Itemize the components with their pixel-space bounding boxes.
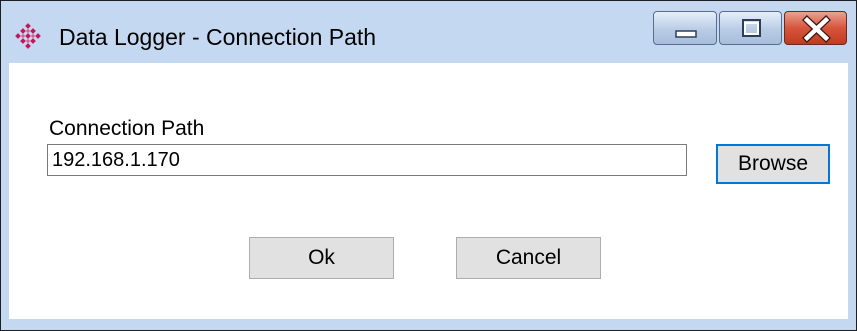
diamond-grid-icon [15, 23, 41, 49]
connection-path-input[interactable] [47, 144, 687, 176]
ok-button[interactable]: Ok [249, 237, 394, 279]
close-icon [802, 15, 831, 43]
close-button[interactable] [784, 11, 847, 45]
cancel-button[interactable]: Cancel [456, 237, 601, 279]
maximize-icon [742, 19, 761, 37]
maximize-button[interactable] [719, 11, 782, 45]
dialog-window: Data Logger - Connection Path Connection… [0, 0, 857, 331]
connection-path-label: Connection Path [49, 117, 205, 140]
minimize-button[interactable] [653, 11, 717, 45]
title-bar[interactable]: Data Logger - Connection Path [1, 1, 856, 63]
window-title: Data Logger - Connection Path [59, 24, 377, 50]
browse-button[interactable]: Browse [716, 144, 830, 184]
minimize-icon [675, 30, 697, 38]
dialog-content: Connection Path Browse Ok Cancel [9, 63, 848, 319]
